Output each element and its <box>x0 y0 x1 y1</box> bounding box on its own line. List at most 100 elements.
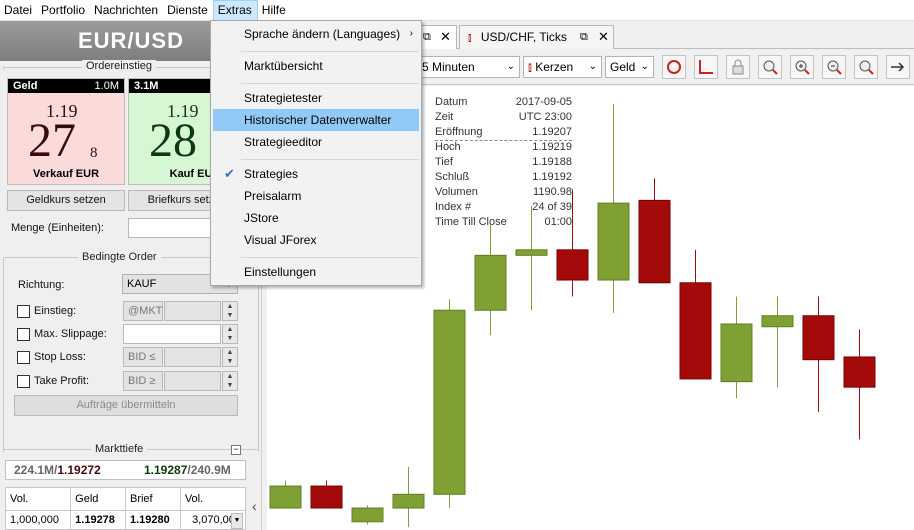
menu-item-historical-data-manager[interactable]: Historischer Datenverwalter <box>213 109 419 131</box>
menu-item-strategies[interactable]: ✔ Strategies <box>213 163 419 185</box>
collapse-left-icon[interactable]: ‹ <box>252 498 257 514</box>
chevron-down-icon: ⌄ <box>506 61 515 72</box>
sell-head-label: Geld <box>13 80 38 92</box>
candle-info-value: 1190.98 <box>533 186 572 198</box>
menu-item-language[interactable]: Sprache ändern (Languages) › <box>213 23 419 45</box>
candle-body <box>679 282 712 380</box>
menu-item-visual-jforex[interactable]: Visual JForex <box>213 229 419 251</box>
candle-info-key: Eröffnung <box>435 126 483 138</box>
best-ask: 1.19287 <box>144 463 188 477</box>
buy-price-main: 28 <box>149 114 197 167</box>
direction-label: Richtung: <box>18 279 65 291</box>
take-profit-checkbox[interactable] <box>17 375 30 388</box>
menu-item-jstore[interactable]: JStore <box>213 207 419 229</box>
menu-item-strategy-editor[interactable]: Strategieeditor <box>213 131 419 153</box>
best-bid: 1.19272 <box>57 463 101 477</box>
menu-nachrichten[interactable]: Nachrichten <box>90 0 163 21</box>
menu-separator <box>241 51 419 52</box>
stop-loss-spinner[interactable]: ▲ ▼ <box>222 347 238 367</box>
take-profit-input[interactable] <box>164 371 221 391</box>
zoom-in-icon[interactable] <box>790 55 814 79</box>
lock-icon[interactable] <box>726 55 750 79</box>
menu-item-market-overview[interactable]: Marktübersicht <box>213 55 419 77</box>
refresh-icon[interactable] <box>662 55 686 79</box>
chevron-right-icon: › <box>409 28 413 39</box>
set-bid-button[interactable]: Geldkurs setzen <box>7 190 125 211</box>
take-profit-spinner[interactable]: ▲ ▼ <box>222 371 238 391</box>
collapse-icon[interactable]: − <box>231 445 241 455</box>
candle-info-value: 2017-09-05 <box>515 96 572 108</box>
entry-mode[interactable]: @MKT <box>123 301 163 321</box>
detach-icon[interactable]: ⧉ <box>580 26 588 48</box>
candle-info-row: Time Till Close 01:00 <box>435 216 572 231</box>
entry-price-input[interactable] <box>164 301 221 321</box>
col-header: Geld <box>70 486 126 512</box>
candle-body <box>433 309 466 495</box>
candle-body <box>515 249 548 256</box>
market-depth-summary: 224.1M/1.19272 1.19287/240.9M <box>5 460 246 480</box>
sell-price-box[interactable]: Geld 1.0M 1.19 27 8 Verkauf EUR <box>7 78 125 185</box>
menu-separator <box>241 83 419 84</box>
tab-usdchf-ticks[interactable]: ⫾ USD/CHF, Ticks ⧉ ✕ <box>459 25 614 49</box>
scroll-down-arrow[interactable]: ▼ <box>231 513 243 529</box>
close-icon[interactable]: ✕ <box>440 26 451 48</box>
stop-loss-input[interactable] <box>164 347 221 367</box>
period-select[interactable]: 5 Minuten ⌄ <box>417 56 520 78</box>
entry-checkbox[interactable] <box>17 305 30 318</box>
cursor-icon[interactable] <box>694 55 718 79</box>
candle-body <box>843 356 876 388</box>
candle-body <box>474 254 507 311</box>
candle-info-row: Tief 1.19188 <box>435 156 572 171</box>
menu-hilfe[interactable]: Hilfe <box>258 0 291 21</box>
slippage-input[interactable] <box>123 324 221 344</box>
sell-head-amount: 1.0M <box>94 80 119 92</box>
stop-loss-label: Stop Loss: <box>34 351 86 363</box>
menu-item-settings[interactable]: Einstellungen <box>213 261 419 283</box>
sell-label: Verkauf EUR <box>32 168 100 180</box>
detach-icon[interactable]: ⧉ <box>423 26 431 48</box>
candle-info-row: Schluß 1.19192 <box>435 171 572 186</box>
candle-info-key: Hoch <box>435 141 461 153</box>
chart-type-select[interactable]: ⫾ Kerzen ⌄ <box>523 56 602 78</box>
zoom-out-icon[interactable] <box>822 55 846 79</box>
candle-info-row: Eröffnung 1.19207 <box>435 126 572 141</box>
zoom-fit-icon[interactable] <box>854 55 878 79</box>
close-icon[interactable]: ✕ <box>598 26 609 48</box>
buy-head-amount: 3.1M <box>134 80 159 92</box>
menu-item-strategy-tester[interactable]: Strategietester <box>213 87 419 109</box>
candle-info-value: 1.19219 <box>532 141 572 153</box>
stop-loss-mode[interactable]: BID ≤ <box>123 347 163 367</box>
entry-label: Einstieg: <box>34 305 77 317</box>
tab-label: USD/CHF, Ticks <box>480 30 567 44</box>
take-profit-mode[interactable]: BID ≥ <box>123 371 163 391</box>
candle-info-row: Hoch 1.19219 <box>435 141 572 156</box>
candle-info-row: Index # 24 of 39 <box>435 201 572 216</box>
candle-info-row: Datum 2017-09-05 <box>435 96 572 111</box>
candle-info-key: Time Till Close <box>435 216 507 228</box>
order-entry-title: Ordereinstieg <box>82 60 157 72</box>
candle-body <box>392 493 425 509</box>
price-side-select[interactable]: Geld ⌄ <box>605 56 654 78</box>
zoom-icon[interactable] <box>758 55 782 79</box>
candle-info-key: Tief <box>435 156 453 168</box>
menu-extras[interactable]: Extras <box>212 0 258 21</box>
stop-loss-checkbox[interactable] <box>17 351 30 364</box>
menu-datei[interactable]: Datei <box>0 0 37 21</box>
menu-portfolio[interactable]: Portfolio <box>37 0 90 21</box>
shift-chart-icon[interactable] <box>886 55 910 79</box>
slippage-label: Max. Slippage: <box>34 328 107 340</box>
submit-orders-button[interactable]: Aufträge übermitteln <box>14 395 238 416</box>
slippage-spinner[interactable]: ▲ ▼ <box>222 324 238 344</box>
candle-body <box>269 485 302 509</box>
candle-body <box>556 249 589 281</box>
menu-bar: Datei Portfolio Nachrichten Dienste Extr… <box>0 0 914 21</box>
candle-info-value: 01:00 <box>544 216 572 228</box>
candle-body <box>351 507 384 523</box>
candle-info-value: 1.19207 <box>532 126 572 138</box>
slippage-checkbox[interactable] <box>17 328 30 341</box>
menu-dienste[interactable]: Dienste <box>163 0 213 21</box>
entry-spinner[interactable]: ▲ ▼ <box>222 301 238 321</box>
direction-value: KAUF <box>127 278 157 290</box>
candle-info-key: Zeit <box>435 111 454 123</box>
menu-item-price-alarm[interactable]: Preisalarm <box>213 185 419 207</box>
